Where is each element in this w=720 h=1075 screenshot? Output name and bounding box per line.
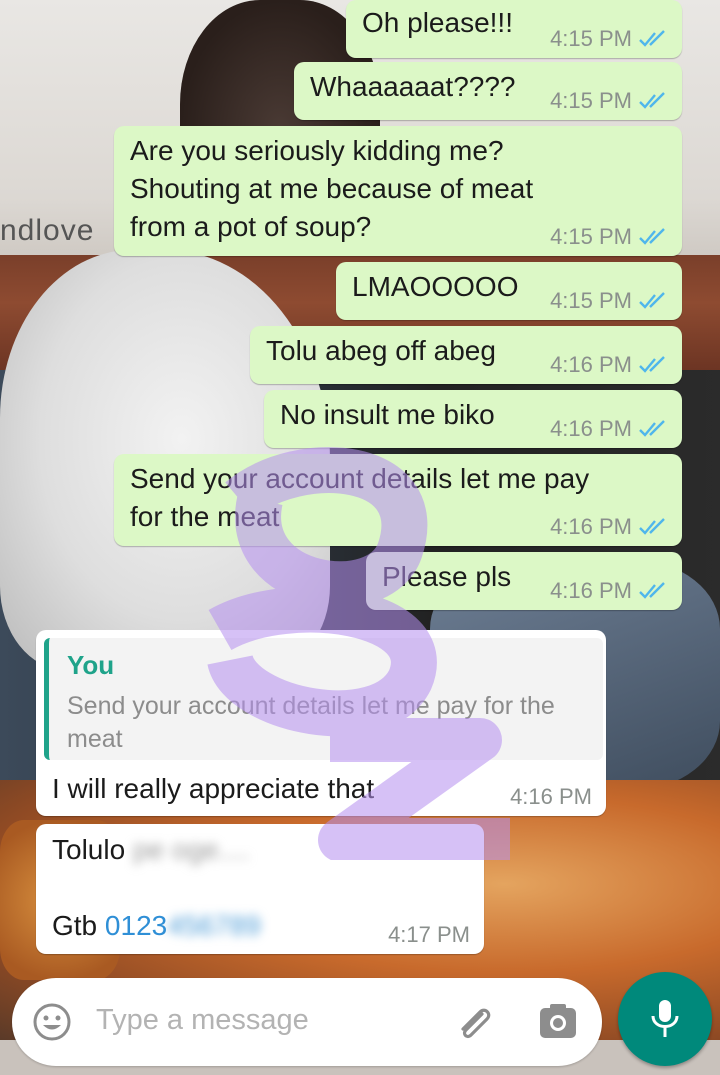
double-check-icon xyxy=(639,92,665,109)
outgoing-message[interactable]: Tolu abeg off abeg 4:16 PM xyxy=(250,326,682,384)
double-check-icon xyxy=(639,582,665,599)
message-time: 4:15 PM xyxy=(550,26,632,51)
double-check-icon xyxy=(639,292,665,309)
message-time: 4:15 PM xyxy=(550,88,632,113)
message-time: 4:16 PM xyxy=(550,578,632,603)
wallpaper-text: ndlove xyxy=(0,214,95,247)
incoming-account-message[interactable]: Tolulo pe oge.... Gtb 0123456789 4:17 PM xyxy=(36,824,484,954)
quote-text: Send your account details let me pay for… xyxy=(67,692,555,753)
account-name: Tolulo pe oge.... xyxy=(52,834,250,865)
outgoing-message[interactable]: Send your account details let me pay for… xyxy=(114,454,682,546)
incoming-reply-message[interactable]: You Send your account details let me pay… xyxy=(36,630,606,816)
message-text: Whaaaaaat???? xyxy=(310,71,516,102)
message-text: Please pls xyxy=(382,561,512,592)
outgoing-message[interactable]: Whaaaaaat???? 4:15 PM xyxy=(294,62,682,120)
double-check-icon xyxy=(639,30,665,47)
double-check-icon xyxy=(639,420,665,437)
blurred-account: 456789 xyxy=(167,910,261,941)
outgoing-message[interactable]: Please pls 4:16 PM xyxy=(366,552,682,610)
double-check-icon xyxy=(639,228,665,245)
message-input[interactable]: Type a message xyxy=(96,1004,309,1037)
paperclip-icon[interactable] xyxy=(452,1000,496,1044)
message-time: 4:16 PM xyxy=(550,514,632,539)
message-time: 4:17 PM xyxy=(388,922,470,947)
account-number-line: Gtb 0123456789 xyxy=(52,910,261,941)
outgoing-message[interactable]: Oh please!!! 4:15 PM xyxy=(346,0,682,58)
message-text: Tolu abeg off abeg xyxy=(266,335,496,366)
message-time: 4:16 PM xyxy=(510,784,592,809)
message-text: LMAOOOOO xyxy=(352,271,519,302)
message-time: 4:15 PM xyxy=(550,224,632,249)
emoji-icon[interactable] xyxy=(32,1002,72,1042)
voice-message-button[interactable] xyxy=(618,972,712,1066)
double-check-icon xyxy=(639,356,665,373)
outgoing-message[interactable]: No insult me biko 4:16 PM xyxy=(264,390,682,448)
camera-icon[interactable] xyxy=(538,1002,578,1042)
message-time: 4:16 PM xyxy=(550,352,632,377)
message-text: Are you seriously kidding me? Shouting a… xyxy=(130,135,534,242)
message-time: 4:15 PM xyxy=(550,288,632,313)
mic-icon xyxy=(651,1000,679,1037)
quote-author: You xyxy=(67,650,115,680)
outgoing-message[interactable]: LMAOOOOO 4:15 PM xyxy=(336,262,682,320)
double-check-icon xyxy=(639,518,665,535)
message-text: Send your account details let me pay for… xyxy=(130,463,590,532)
quoted-message[interactable]: You Send your account details let me pay… xyxy=(44,638,603,760)
outgoing-message[interactable]: Are you seriously kidding me? Shouting a… xyxy=(114,126,682,256)
message-input-bar[interactable]: Type a message xyxy=(12,978,602,1066)
message-text: No insult me biko xyxy=(280,399,495,430)
blurred-name: pe oge.... xyxy=(125,834,250,865)
message-text: Oh please!!! xyxy=(362,7,513,38)
message-time: 4:16 PM xyxy=(550,416,632,441)
message-text: I will really appreciate that xyxy=(52,773,375,804)
